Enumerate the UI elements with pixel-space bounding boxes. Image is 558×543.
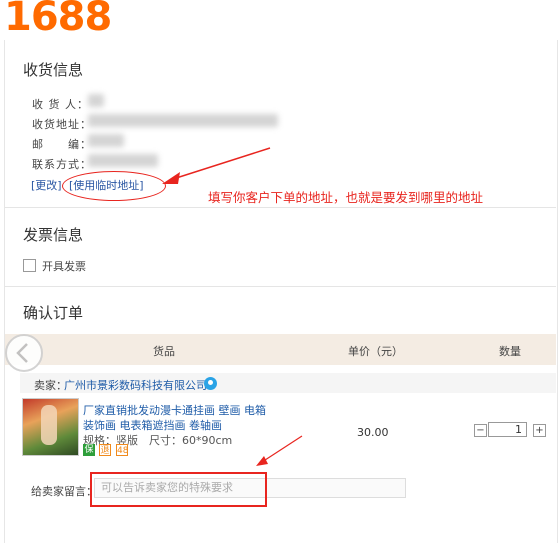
product-thumbnail[interactable] <box>22 398 79 456</box>
qty-decrease-button[interactable]: − <box>474 424 487 437</box>
section-title-order: 确认订单 <box>23 304 84 322</box>
seller-name-link[interactable]: 广州市景彩数码科技有限公司 <box>64 377 207 393</box>
invoice-checkbox-label: 开具发票 <box>42 260 86 273</box>
chat-icon[interactable] <box>204 377 217 390</box>
message-label: 给卖家留言： <box>31 485 97 498</box>
address-label: 收货地址： <box>32 118 92 131</box>
return-badge-icon: 退 <box>99 444 111 456</box>
48h-badge-icon: 48 <box>116 444 129 456</box>
qty-increase-button[interactable]: + <box>533 424 546 437</box>
divider <box>5 207 556 208</box>
postcode-label: 邮 编： <box>32 138 92 151</box>
column-header-goods: 货品 <box>153 345 175 358</box>
quantity-input[interactable]: 1 <box>488 422 527 437</box>
postcode-value-redacted <box>88 134 124 147</box>
change-address-link[interactable]: [更改] <box>31 177 62 193</box>
recipient-value-redacted <box>88 94 104 107</box>
contact-label: 联系方式： <box>32 158 92 171</box>
top-bar: 1688 <box>0 0 558 40</box>
back-nav-button[interactable] <box>5 334 43 372</box>
invoice-checkbox[interactable] <box>23 259 36 272</box>
column-header-unit-price: 单价（元） <box>348 345 403 358</box>
contact-value-redacted <box>88 154 158 167</box>
product-size: 尺寸：60*90cm <box>149 434 233 447</box>
guarantee-badge-icon: 保 <box>83 444 95 456</box>
seller-prefix: 卖家： <box>34 379 67 392</box>
divider <box>5 286 556 287</box>
address-value-redacted <box>88 114 278 127</box>
product-title-line2[interactable]: 装饰画 电表箱遮挡画 卷轴画 <box>83 417 222 433</box>
section-title-invoice: 发票信息 <box>23 226 84 244</box>
product-title-line1[interactable]: 厂家直销批发动漫卡通挂画 壁画 电箱 <box>83 402 266 418</box>
chevron-left-icon <box>16 343 28 363</box>
annotation-highlight-box <box>90 472 267 507</box>
column-header-quantity: 数量 <box>499 345 521 358</box>
annotation-arrow-icon <box>256 435 303 466</box>
annotation-text: 填写你客户下单的地址，也就是要发到哪里的地址 <box>208 190 484 205</box>
section-title-receiving: 收货信息 <box>23 61 84 79</box>
recipient-label: 收 货 人： <box>32 98 89 111</box>
order-table-header <box>5 334 556 365</box>
unit-price: 30.00 <box>357 426 389 439</box>
logo[interactable]: 1688 <box>4 0 112 40</box>
